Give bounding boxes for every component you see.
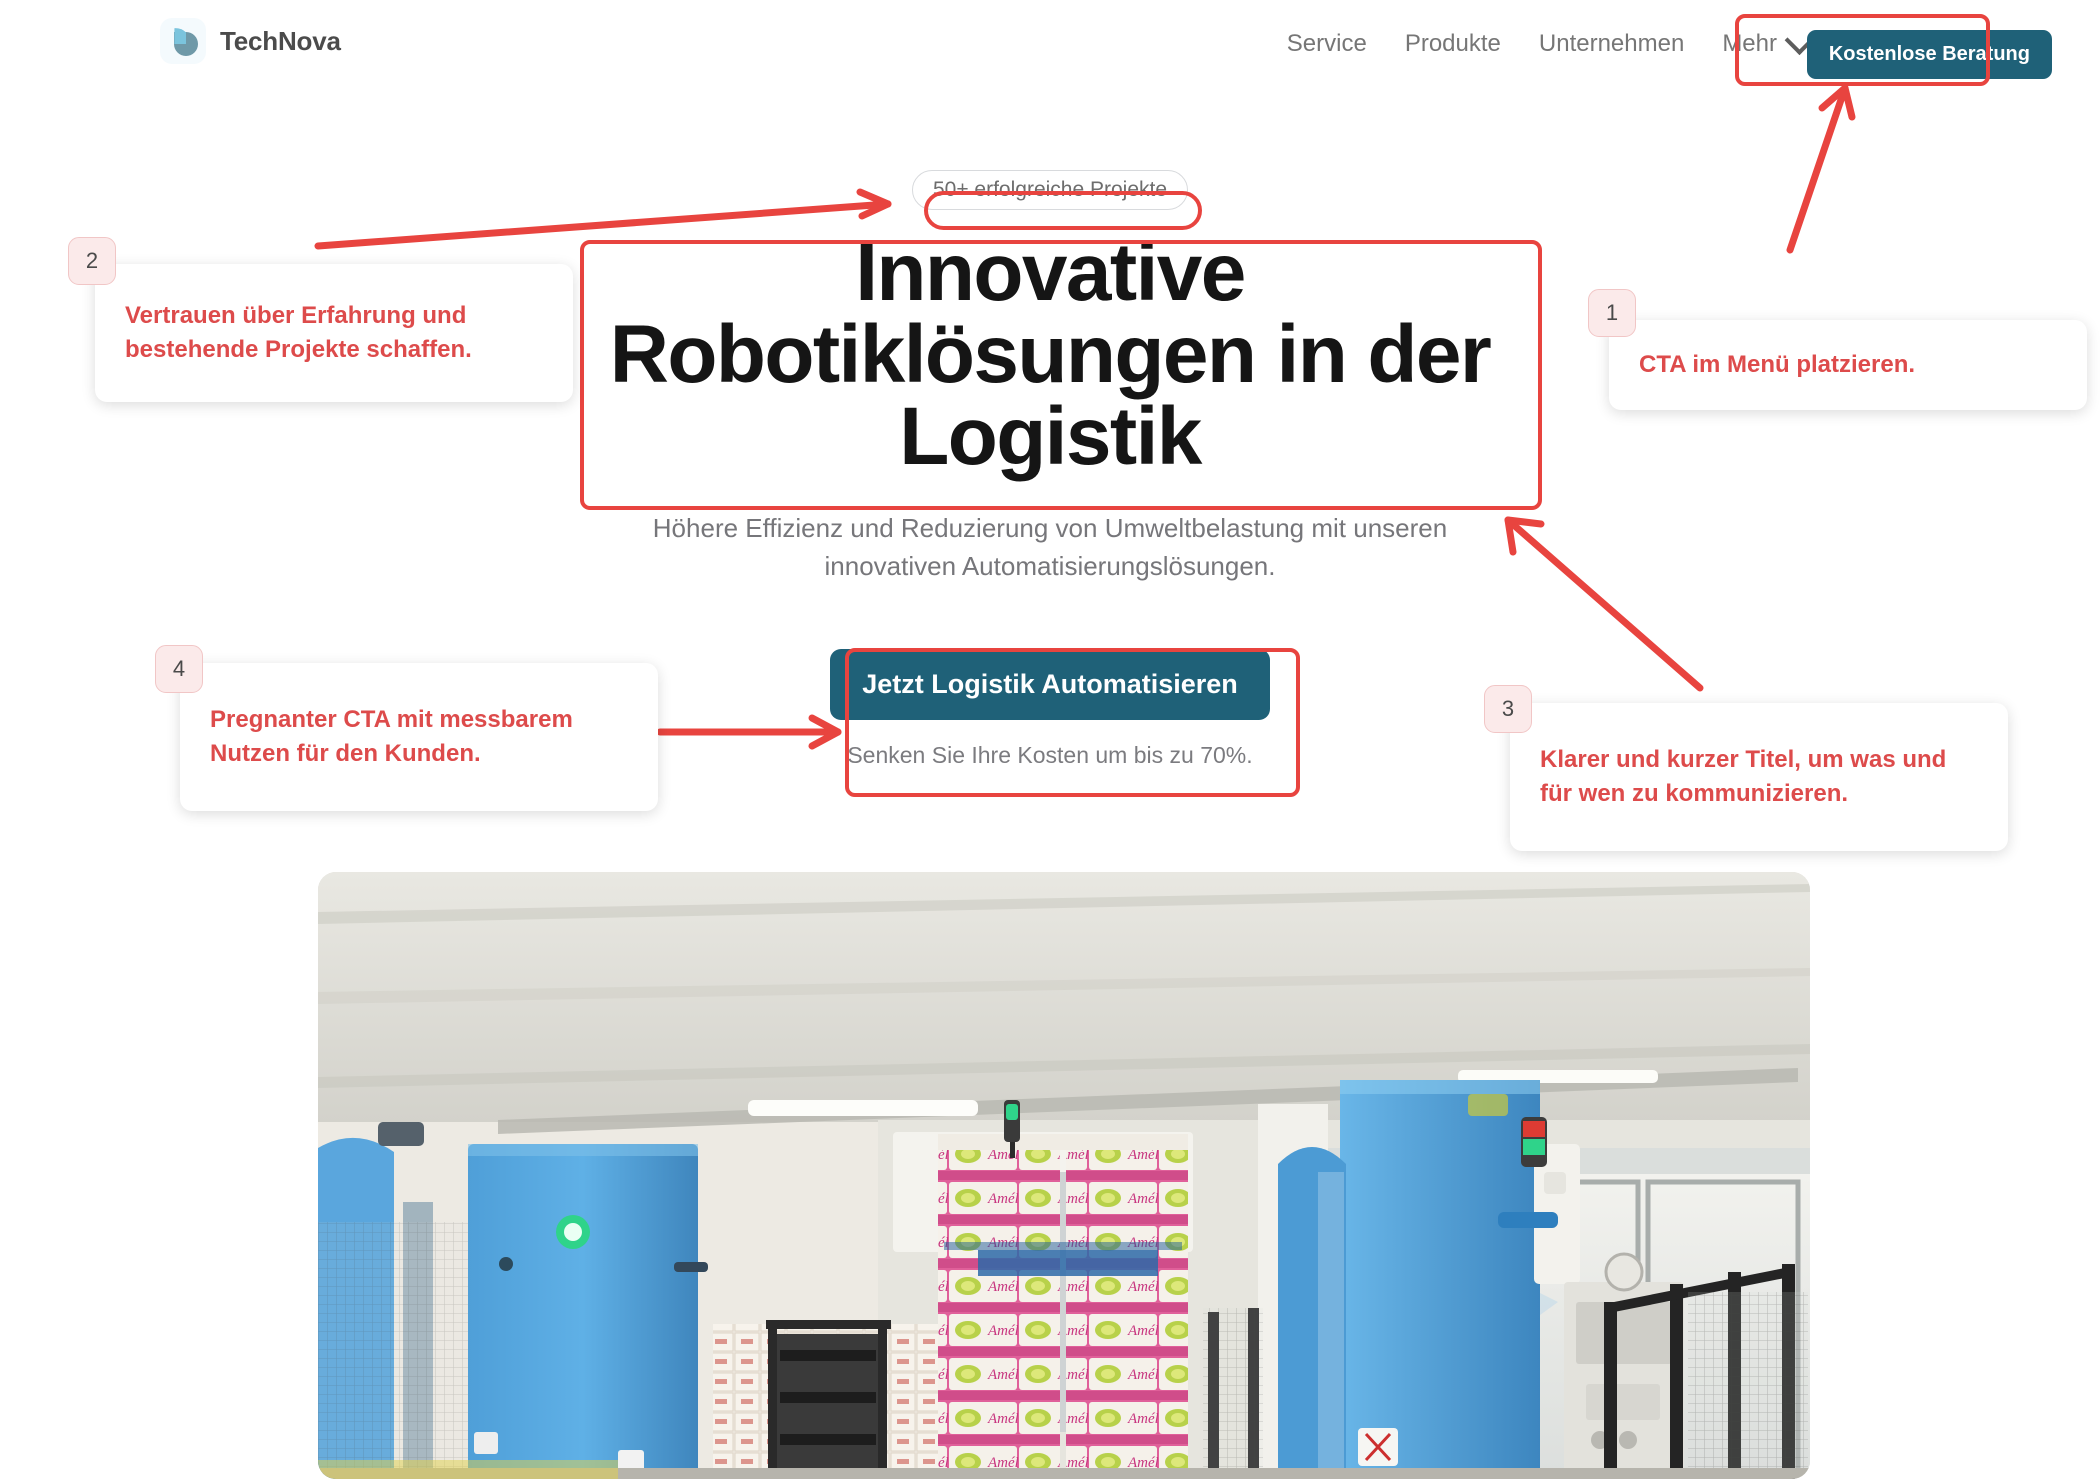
hero-cta-group: Jetzt Logistik Automatisieren Senken Sie… (0, 649, 2100, 769)
nav-item-mehr[interactable]: Mehr (1722, 24, 1815, 58)
hero-subtitle: Höhere Effizienz und Reduzierung von Umw… (652, 513, 1448, 581)
nav-item-mehr-label: Mehr (1722, 30, 1777, 57)
hero-badge: 50+ erfolgreiche Projekte (911, 170, 1189, 210)
page-title-line-3: Logistik (899, 391, 1202, 482)
hero-cta-button[interactable]: Jetzt Logistik Automatisieren (830, 649, 1270, 721)
main-nav: Service Produkte Unternehmen Mehr (1287, 24, 1815, 58)
site-header: TechNova Service Produkte Unternehmen Me… (0, 0, 2100, 100)
brand[interactable]: TechNova (160, 18, 341, 64)
hero-photo: Amélie (318, 872, 1810, 1479)
header-cta-button[interactable]: Kostenlose Beratung (1806, 30, 2052, 79)
page-title: Innovative Robotiklösungen in der Logist… (600, 232, 1500, 478)
brand-name: TechNova (220, 25, 341, 56)
nav-item-produkte[interactable]: Produkte (1405, 30, 1501, 58)
hero-section: 50+ erfolgreiche Projekte Innovative Rob… (0, 170, 2100, 769)
hero-cta-note: Senken Sie Ihre Kosten um bis zu 70%. (847, 742, 1253, 769)
page-title-line-2: Robotiklösungen in der (609, 309, 1492, 400)
nav-item-unternehmen[interactable]: Unternehmen (1539, 30, 1684, 58)
droplet-pie-logo-icon (160, 18, 206, 64)
landing-page: TechNova Service Produkte Unternehmen Me… (0, 0, 2100, 1479)
page-title-line-1: Innovative (855, 227, 1246, 318)
nav-item-service[interactable]: Service (1287, 30, 1367, 58)
